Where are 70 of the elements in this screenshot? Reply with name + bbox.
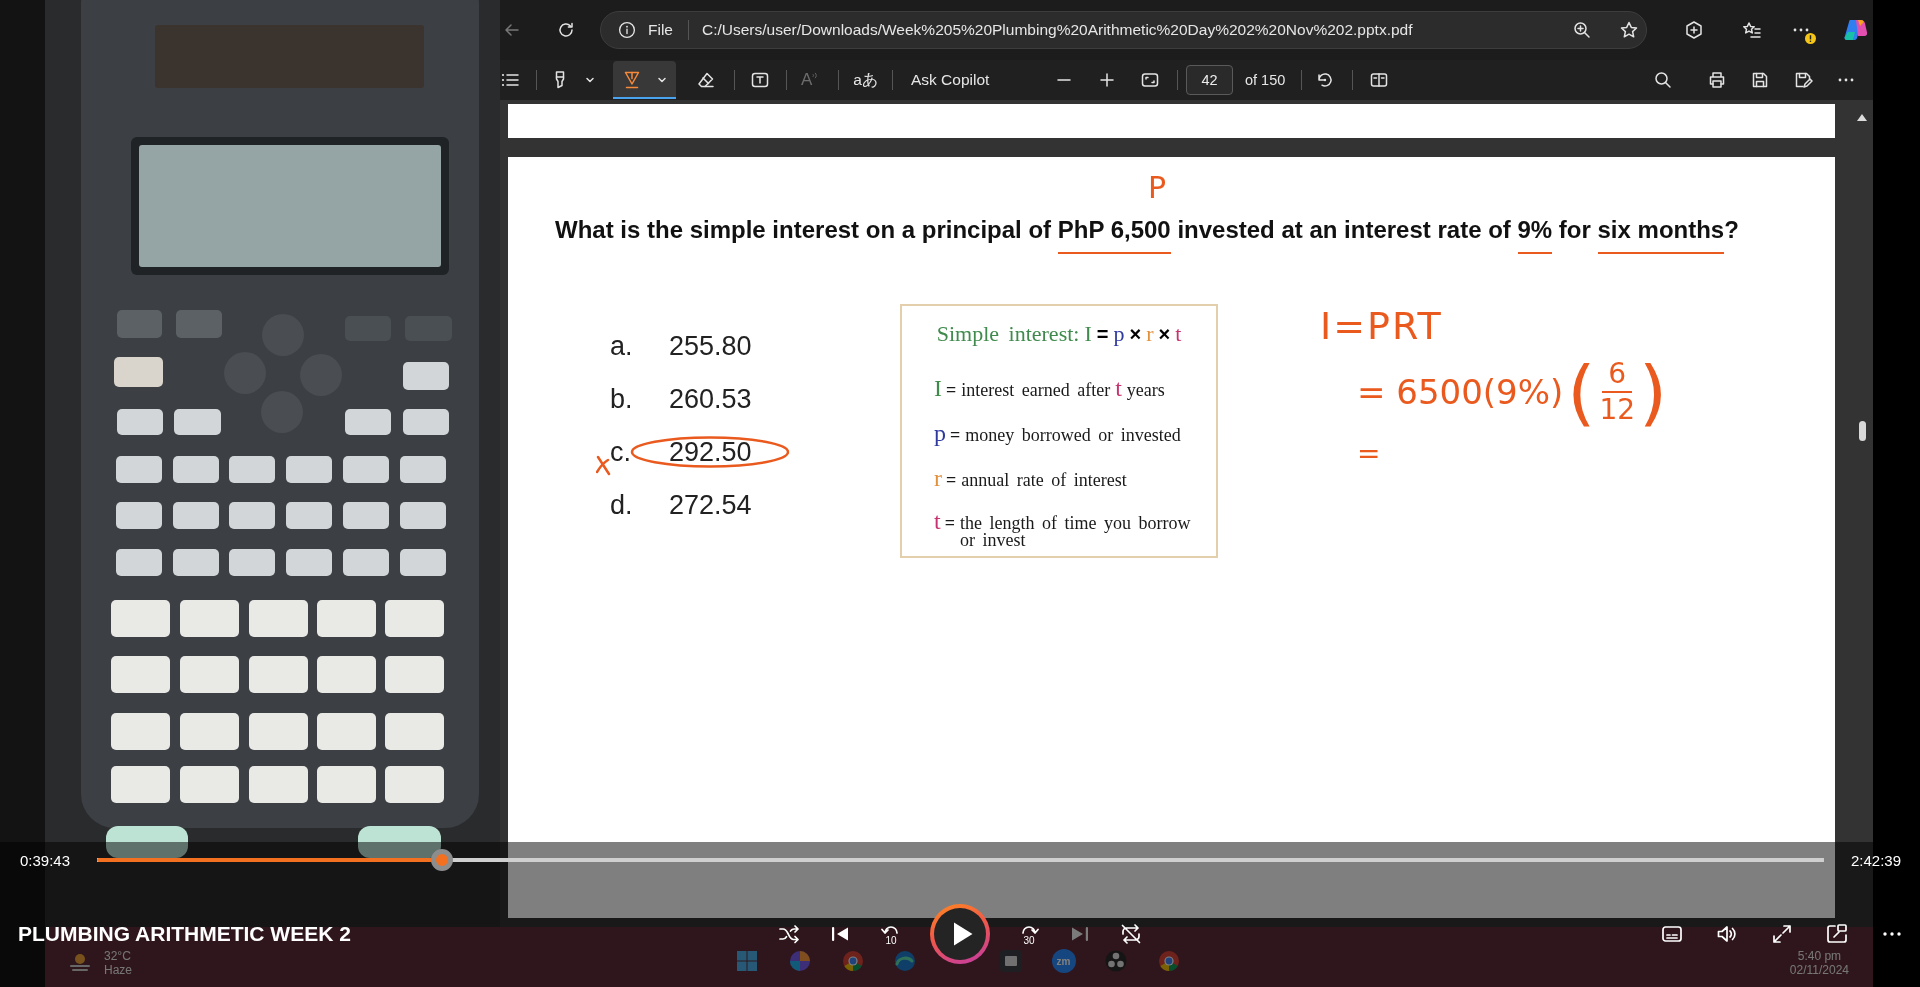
option-label: a. xyxy=(610,331,634,362)
chevron-down-icon[interactable] xyxy=(585,75,595,85)
repeat-off-icon[interactable] xyxy=(1119,922,1143,946)
search-icon[interactable] xyxy=(1652,70,1673,90)
option-label: b. xyxy=(610,384,634,415)
app-icon[interactable] xyxy=(998,949,1023,973)
chevron-down-icon[interactable] xyxy=(657,75,667,85)
eraser-icon[interactable] xyxy=(696,70,716,90)
total-time: 2:42:39 xyxy=(1850,851,1901,869)
scroll-up-icon[interactable] xyxy=(1857,114,1867,121)
fit-page-icon[interactable] xyxy=(1139,70,1160,90)
elapsed-time: 0:39:43 xyxy=(20,851,71,869)
file-label: File xyxy=(648,21,673,39)
temperature-text: 32°C xyxy=(104,949,132,963)
option-value: 292.50 xyxy=(669,437,752,468)
app-icon[interactable] xyxy=(1157,949,1181,973)
handwritten-parenthesis: ( xyxy=(1567,349,1596,435)
handwritten-formula: I=PRT xyxy=(1320,303,1443,349)
fraction-denominator: 12 xyxy=(1599,393,1636,427)
ask-copilot-button[interactable]: Ask Copilot xyxy=(910,70,996,90)
clock-date: 02/11/2024 xyxy=(1789,963,1849,977)
seek-handle[interactable] xyxy=(431,849,454,871)
mini-player-icon[interactable] xyxy=(1825,922,1849,946)
app-icon[interactable] xyxy=(1104,949,1129,973)
definition-text: I = interest earned after t years xyxy=(934,380,1166,399)
definition-text: t = the length of time you borrow or invest xyxy=(934,513,1192,549)
weather-text: Haze xyxy=(104,963,133,977)
formula-title: Simple interest: I = p × r × t xyxy=(935,320,1183,348)
zoom-in-icon[interactable] xyxy=(1572,20,1592,40)
fraction-numerator: 6 xyxy=(1602,357,1633,393)
star-icon[interactable] xyxy=(1619,20,1639,40)
draw-button[interactable] xyxy=(613,61,676,99)
shuffle-icon[interactable] xyxy=(777,922,801,946)
option-label: d. xyxy=(610,490,634,521)
handwritten-letter: P xyxy=(1148,171,1167,205)
refresh-icon[interactable] xyxy=(556,20,576,40)
app-icon[interactable] xyxy=(893,949,918,973)
page-count-text: of 150 xyxy=(1244,72,1287,88)
app-icon[interactable] xyxy=(840,949,865,973)
option-value: 255.80 xyxy=(669,331,752,362)
option-value: 272.54 xyxy=(669,490,752,521)
start-icon[interactable] xyxy=(735,949,759,973)
definition-text: p = money borrowed or invested xyxy=(934,425,1182,444)
two-page-icon[interactable] xyxy=(1368,70,1389,90)
skip-back-button[interactable]: 10 xyxy=(879,922,903,946)
video-title: PLUMBING ARITHMETIC WEEK 2 xyxy=(18,922,351,946)
scrollbar-thumb[interactable] xyxy=(1858,421,1866,441)
handwritten-parenthesis: ) xyxy=(1639,349,1668,435)
handwritten-formula: = xyxy=(1357,437,1381,471)
warning-badge-icon xyxy=(1805,33,1816,44)
hexagon-icon[interactable] xyxy=(1684,20,1704,40)
translate-button[interactable]: aあ xyxy=(853,70,878,90)
pen-nib-icon xyxy=(622,70,642,90)
option-label: c. xyxy=(610,437,632,468)
skip-forward-button[interactable]: 30 xyxy=(1017,922,1041,946)
question-text: What is the simple interest on a principal of PhP 6,500 invested at an interest rate of 9% for six months? xyxy=(555,215,1739,257)
url-text: C:/Users/user/Downloads/Week%205%20Plumbing%20Arithmetic%20Day%202%20Nov%202.pptx.pdf xyxy=(702,21,1413,39)
colorful-logo-icon[interactable] xyxy=(1842,17,1868,43)
option-value: 260.53 xyxy=(669,384,752,415)
sound-waves-icon xyxy=(812,72,820,79)
fullscreen-icon[interactable] xyxy=(1770,922,1794,946)
text-box-icon[interactable] xyxy=(750,70,770,90)
info-icon[interactable] xyxy=(618,21,636,39)
favorites-icon[interactable] xyxy=(1742,20,1762,40)
page-number-field[interactable]: 42 xyxy=(1185,65,1233,95)
definition-text: r = annual rate of interest xyxy=(934,470,1128,489)
play-icon xyxy=(934,908,986,960)
clock-time: 5:40 pm xyxy=(1797,949,1842,963)
handwritten-formula: = 6500(9%) xyxy=(1357,372,1564,412)
address-bar[interactable]: File C:/Users/user/Downloads/Week%205%20Plumbing%20Arithmetic%20Day%202%20Nov%202.pptx.pdf xyxy=(600,11,1647,49)
